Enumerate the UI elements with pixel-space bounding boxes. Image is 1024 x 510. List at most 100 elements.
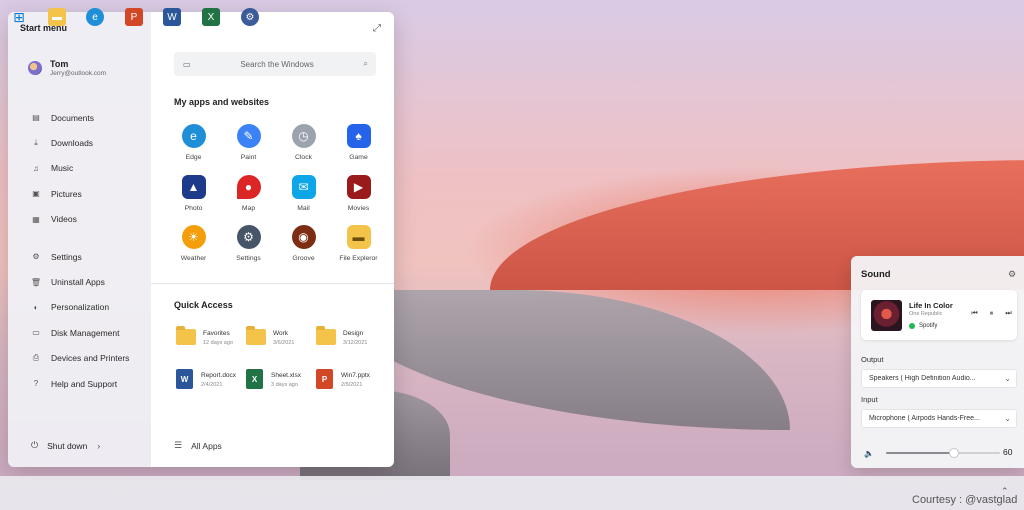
sidebar-nav-secondary: ⚙ Settings 🗑 Uninstall Apps ◐ Personaliz…	[8, 244, 151, 396]
sidebar-item-disk-management[interactable]: ▭ Disk Management	[8, 320, 151, 345]
search-input[interactable]: ▭ Search the Windows ⌕	[174, 52, 376, 76]
settings-app-icon: ⚙	[236, 225, 261, 249]
printer-icon: ⎙	[32, 353, 40, 363]
sidebar-item-uninstall-apps[interactable]: 🗑 Uninstall Apps	[8, 269, 151, 294]
qa-date: 3/6/2021	[273, 340, 295, 346]
edge-icon: e	[92, 11, 98, 23]
quick-access-win7[interactable]: P Win7.pptx 2/5/2021	[316, 369, 386, 411]
gear-icon: ⚙	[32, 252, 40, 262]
weather-icon: ☀	[181, 225, 206, 249]
mail-icon: ✉	[291, 174, 316, 199]
sidebar-item-music[interactable]: ♫ Music	[8, 156, 151, 181]
file-explorer-button[interactable]: ▬	[48, 8, 66, 26]
start-menu-sidebar: Start menu Tom Jerry@outlook.com ▤ Docum…	[8, 12, 151, 467]
help-icon: ?	[33, 379, 39, 389]
app-label: Movies	[347, 204, 370, 212]
sidebar-item-personalization[interactable]: ◐ Personalization	[8, 295, 151, 320]
pause-icon[interactable]: ⏸	[983, 310, 1000, 318]
power-icon: ⏻	[31, 440, 39, 450]
windows-start-button[interactable]: ⊞	[10, 8, 28, 26]
quick-access-grid: Favorites 12 days ago Work 3/6/2021 Desi…	[176, 326, 386, 411]
sidebar-item-label: Personalization	[51, 302, 110, 313]
taskbar	[0, 476, 1024, 510]
qa-name: Design	[343, 330, 364, 337]
app-weather[interactable]: ☀ Weather	[166, 225, 221, 276]
sidebar-item-devices-printers[interactable]: ⎙ Devices and Printers	[8, 346, 151, 371]
input-device-value: Microphone ( Airpods Hands-Free...	[869, 415, 980, 422]
avatar	[28, 61, 42, 75]
gear-icon[interactable]: ⚙	[1008, 269, 1016, 280]
speaker-icon[interactable]: 🔈	[864, 449, 874, 458]
shutdown-button[interactable]: ⏻ Shut down ›	[31, 440, 100, 451]
paint-icon: ✎	[236, 124, 261, 148]
sidebar-item-videos[interactable]: ▦ Videos	[8, 207, 151, 232]
picture-icon: ▣	[32, 189, 40, 199]
sidebar-item-downloads[interactable]: ⤓ Downloads	[8, 130, 151, 155]
input-device-select[interactable]: Microphone ( Airpods Hands-Free... ⌄	[861, 409, 1017, 428]
previous-track-icon[interactable]: ⏮	[966, 310, 983, 318]
app-file-explorer[interactable]: ▬ File Expleror	[331, 225, 386, 276]
next-track-icon[interactable]: ⏭	[1000, 310, 1017, 318]
settings-button[interactable]: ⚙	[241, 8, 259, 26]
sidebar-item-documents[interactable]: ▤ Documents	[8, 105, 151, 130]
excel-button[interactable]: X	[202, 8, 220, 26]
clock-icon: ◷	[291, 124, 316, 148]
video-icon: ▦	[32, 214, 40, 224]
app-clock[interactable]: ◷ Clock	[276, 124, 331, 175]
search-placeholder: Search the Windows	[240, 59, 314, 69]
chevron-down-icon: ⌄	[1004, 374, 1011, 383]
track-artist: One Republic	[909, 311, 943, 317]
app-paint[interactable]: ✎ Paint	[221, 124, 276, 175]
sidebar-item-label: Videos	[51, 214, 77, 225]
sidebar-item-pictures[interactable]: ▣ Pictures	[8, 181, 151, 206]
output-device-value: Speakers ( High Definition Audio...	[869, 375, 976, 382]
output-device-select[interactable]: Speakers ( High Definition Audio... ⌄	[861, 369, 1017, 388]
all-apps-button[interactable]: ☰ All Apps	[174, 440, 222, 451]
sidebar-item-label: Devices and Printers	[51, 353, 130, 364]
quick-access-sheet[interactable]: X Sheet.xlsx 3 days ago	[246, 369, 316, 411]
edge-icon: e	[181, 124, 206, 148]
sidebar-item-label: Settings	[51, 251, 82, 262]
app-label: Edge	[185, 154, 202, 161]
sidebar-item-label: Downloads	[51, 138, 94, 149]
expand-icon[interactable]: ⤢	[373, 23, 381, 34]
sidebar-item-help-support[interactable]: ? Help and Support	[8, 371, 151, 396]
map-pin-icon: ●	[236, 174, 261, 199]
powerpoint-button[interactable]: P	[125, 8, 143, 26]
qa-name: Report.docx	[201, 372, 237, 379]
sidebar-item-label: Pictures	[51, 188, 82, 199]
apps-section-title: My apps and websites	[174, 97, 270, 107]
app-game[interactable]: ♠ Game	[331, 124, 386, 175]
app-photo[interactable]: ▲ Photo	[166, 174, 221, 226]
qa-name: Sheet.xlsx	[271, 372, 301, 379]
palette-icon: ◐	[33, 302, 39, 312]
spotify-icon	[909, 323, 915, 329]
qa-date: 12 days ago	[203, 340, 233, 346]
user-name: Tom	[50, 59, 69, 69]
input-label: Input	[861, 395, 878, 404]
user-profile[interactable]: Tom Jerry@outlook.com	[28, 59, 106, 77]
app-label: Settings	[236, 255, 261, 262]
word-button[interactable]: W	[163, 8, 181, 26]
word-icon: W	[176, 369, 193, 389]
quick-access-design[interactable]: Design 3/12/2021	[316, 326, 386, 369]
app-edge[interactable]: e Edge	[166, 124, 221, 175]
app-settings[interactable]: ⚙ Settings	[221, 225, 276, 276]
word-icon: W	[167, 11, 177, 23]
app-mail[interactable]: ✉ Mail	[276, 174, 331, 226]
monitor-icon: ▭	[183, 59, 191, 69]
quick-access-work[interactable]: Work 3/6/2021	[246, 326, 316, 369]
app-movies[interactable]: ▶ Movies	[331, 174, 386, 226]
quick-access-favorites[interactable]: Favorites 12 days ago	[176, 326, 246, 369]
app-map[interactable]: ● Map	[221, 174, 276, 226]
edge-button[interactable]: e	[86, 8, 104, 26]
volume-knob[interactable]	[950, 449, 958, 457]
sidebar-item-settings[interactable]: ⚙ Settings	[8, 244, 151, 269]
qa-date: 2/5/2021	[341, 382, 363, 388]
quick-access-report[interactable]: W Report.docx 2/4/2021	[176, 369, 246, 411]
excel-icon: X	[246, 369, 263, 389]
app-groove[interactable]: ◉ Groove	[276, 225, 331, 276]
volume-slider[interactable]	[886, 449, 1000, 457]
music-icon: ♫	[33, 163, 39, 173]
quick-access-title: Quick Access	[174, 300, 233, 310]
